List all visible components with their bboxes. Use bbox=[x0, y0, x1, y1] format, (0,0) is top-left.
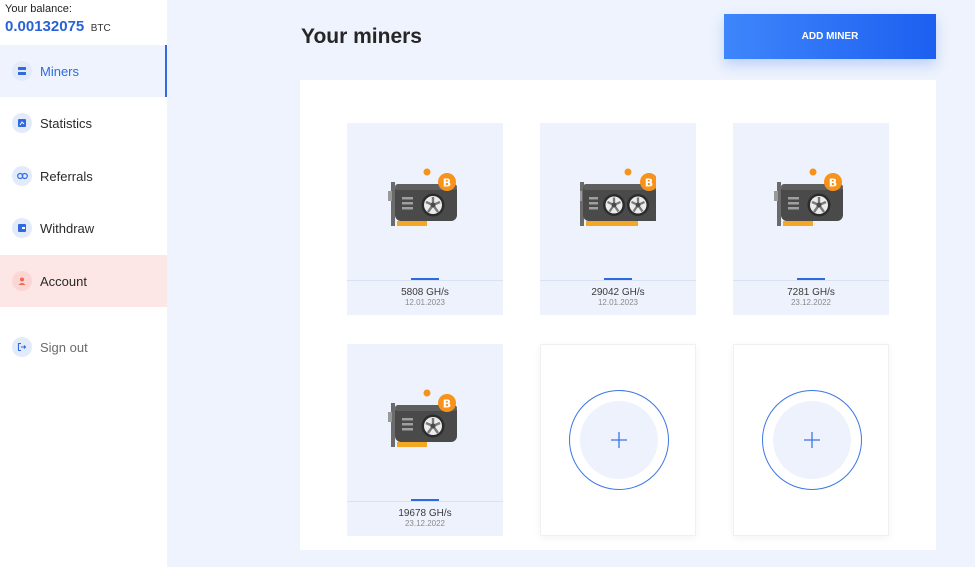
miner-hashrate: 7281 GH/s bbox=[787, 287, 835, 298]
miner-date: 12.01.2023 bbox=[404, 298, 446, 307]
miner-hashrate: 19678 GH/s bbox=[398, 508, 452, 519]
miner-card[interactable]: B 5808 GH/s 12.01.2023 bbox=[347, 123, 503, 315]
plus-icon bbox=[611, 432, 627, 448]
sidebar-item-label: Miners bbox=[40, 63, 80, 79]
sidebar-item-miners[interactable]: Miners bbox=[0, 45, 167, 97]
add-miner-slot[interactable] bbox=[733, 344, 889, 536]
gpu-card-icon: B bbox=[387, 165, 463, 242]
svg-text:B: B bbox=[829, 177, 837, 190]
divider bbox=[347, 280, 503, 281]
divider bbox=[347, 501, 503, 502]
page-title: Your miners bbox=[301, 25, 422, 48]
miner-hashrate: 5808 GH/s bbox=[401, 287, 449, 298]
sidebar: Your balance: 0.00132075 BTC Miners Stat… bbox=[0, 0, 167, 567]
gpu-card-icon: B bbox=[578, 165, 661, 242]
sidebar-item-statistics[interactable]: Statistics bbox=[0, 97, 167, 149]
sidebar-item-label: Withdraw bbox=[40, 220, 95, 236]
miners-panel: B 5808 GH/s 12.01.2023 B 29042 GH/s 12.0… bbox=[300, 80, 936, 550]
svg-text:B: B bbox=[645, 177, 653, 190]
miner-card[interactable]: B 19678 GH/s 23.12.2022 bbox=[347, 344, 503, 536]
sidebar-item-referrals[interactable]: Referrals bbox=[0, 150, 167, 202]
divider bbox=[540, 280, 696, 281]
gpu-card-icon: B bbox=[773, 165, 849, 242]
server-icon bbox=[12, 61, 32, 81]
gpu-card-icon: B bbox=[387, 386, 463, 463]
add-miner-button[interactable]: ADD MINER bbox=[724, 14, 936, 59]
sidebar-item-label: Referrals bbox=[40, 168, 93, 184]
balance-label: Your balance: bbox=[5, 3, 72, 15]
sidebar-item-account[interactable]: Account bbox=[0, 255, 167, 307]
add-slot-ring bbox=[569, 390, 669, 490]
miner-date: 23.12.2022 bbox=[404, 519, 446, 528]
sidebar-item-signout[interactable]: Sign out bbox=[0, 321, 167, 373]
sidebar-item-label: Statistics bbox=[40, 115, 93, 131]
miner-card[interactable]: B 7281 GH/s 23.12.2022 bbox=[733, 123, 889, 315]
miner-card[interactable]: B 29042 GH/s 12.01.2023 bbox=[540, 123, 696, 315]
svg-text:B: B bbox=[443, 177, 451, 190]
svg-text:B: B bbox=[443, 398, 451, 411]
sidebar-item-withdraw[interactable]: Withdraw bbox=[0, 202, 167, 254]
miner-hashrate: 29042 GH/s bbox=[591, 287, 645, 298]
add-slot-inner bbox=[580, 401, 658, 479]
chart-icon bbox=[12, 113, 32, 133]
sidebar-item-label: Account bbox=[40, 273, 87, 289]
plus-icon bbox=[804, 432, 820, 448]
balance-row: 0.00132075 BTC bbox=[5, 18, 167, 36]
balance-widget: Your balance: 0.00132075 BTC bbox=[0, 0, 167, 45]
add-miner-slot[interactable] bbox=[540, 344, 696, 536]
sidebar-item-label: Sign out bbox=[40, 339, 88, 355]
user-icon bbox=[12, 271, 32, 291]
logout-icon bbox=[12, 337, 32, 357]
divider bbox=[733, 280, 889, 281]
miner-date: 12.01.2023 bbox=[597, 298, 639, 307]
wallet-icon bbox=[12, 218, 32, 238]
link-icon bbox=[12, 166, 32, 186]
balance-unit: BTC bbox=[90, 23, 111, 34]
balance-value: 0.00132075 bbox=[5, 18, 85, 35]
add-slot-inner bbox=[773, 401, 851, 479]
miner-date: 23.12.2022 bbox=[790, 298, 832, 307]
add-slot-ring bbox=[762, 390, 862, 490]
